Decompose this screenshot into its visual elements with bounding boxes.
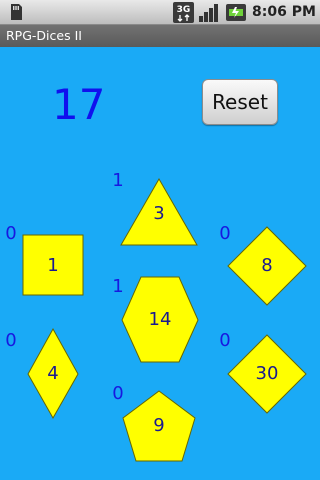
d4-face-value: 4 xyxy=(47,363,59,384)
d10-face-value: 9 xyxy=(153,415,165,436)
d6-face-value: 1 xyxy=(47,255,59,276)
d100-count: 0 xyxy=(219,330,231,351)
dice-canvas xyxy=(22,177,307,462)
d8-face-value: 8 xyxy=(261,255,273,276)
d4-count: 0 xyxy=(5,330,17,351)
d12-count: 1 xyxy=(112,276,124,297)
d12-face-value: 14 xyxy=(148,309,172,330)
d20-count: 1 xyxy=(112,170,124,191)
d6-count: 0 xyxy=(5,223,17,244)
d20-face-value: 3 xyxy=(153,203,165,224)
d10-count: 0 xyxy=(112,383,124,404)
d100-face-value: 30 xyxy=(255,363,279,384)
d8-count: 0 xyxy=(219,223,231,244)
